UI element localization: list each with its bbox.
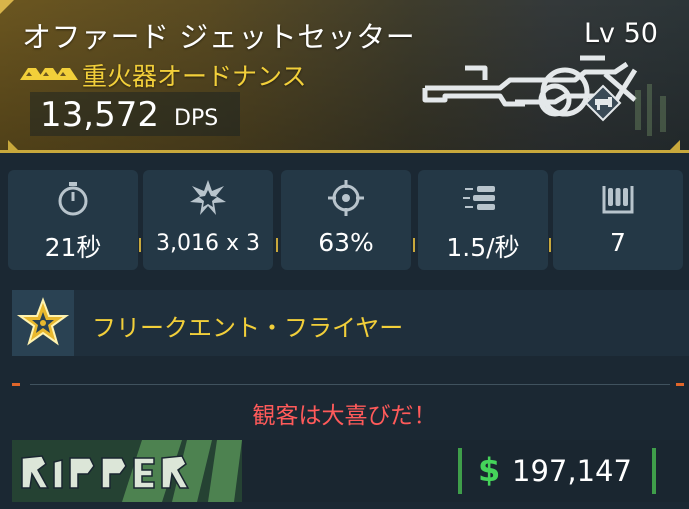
weapon-level: Lv 50 [584,18,658,49]
dollar-icon: $ [478,451,501,489]
rarity-border [0,150,689,153]
rarity-chevrons-icon [20,68,78,80]
weapon-name: オファード ジェットセッター [22,20,416,54]
corner-accent-right [670,140,680,150]
stat-reload-time: 21秒 [8,170,138,270]
corner-accent-left [8,140,18,150]
stat-value: 3,016 x 3 [156,231,260,256]
manufacturer-logo [12,440,242,502]
stat-value: 1.5/秒 [446,233,520,262]
stat-value: 21秒 [44,233,102,262]
bullets-icon [463,186,495,210]
stat-magazine-size: 7 [553,170,683,270]
stat-accuracy: 63% [281,170,411,270]
magazine-icon [602,186,634,214]
stat-separator [549,238,551,252]
stat-separator [276,238,278,252]
weapon-type: 重火器オードナンス [82,62,307,91]
divider-accent-right [676,383,684,386]
star-badge-icon [16,297,70,346]
stopwatch-icon [58,182,88,216]
perk-name: フリークエント・フライヤー [92,314,404,342]
crosshair-icon [328,180,364,216]
stat-damage: 3,016 x 3 [143,170,273,270]
price-frame-left [458,448,462,494]
ordnance-type-icon [584,84,622,122]
stat-fire-rate: 1.5/秒 [418,170,548,270]
explosion-icon [190,180,226,215]
item-card: オファード ジェットセッター Lv 50 重火器オードナンス 13,572 DP… [0,0,689,509]
divider-accent-left [12,383,20,386]
price-frame-right [652,448,656,494]
stat-value: 7 [610,228,626,257]
section-divider [30,384,670,385]
item-header: オファード ジェットセッター Lv 50 重火器オードナンス 13,572 DP… [0,0,689,150]
stat-separator [139,238,141,252]
flavor-text: 観客は大喜びだ！ [252,403,437,429]
dps-label: DPS [174,106,219,131]
stat-separator [413,238,415,252]
stat-value: 63% [318,228,374,257]
weapon-image [422,55,666,136]
dps-value: 13,572 [40,95,159,135]
header-corner-accent [0,0,14,14]
price-value: 197,147 [512,454,632,488]
